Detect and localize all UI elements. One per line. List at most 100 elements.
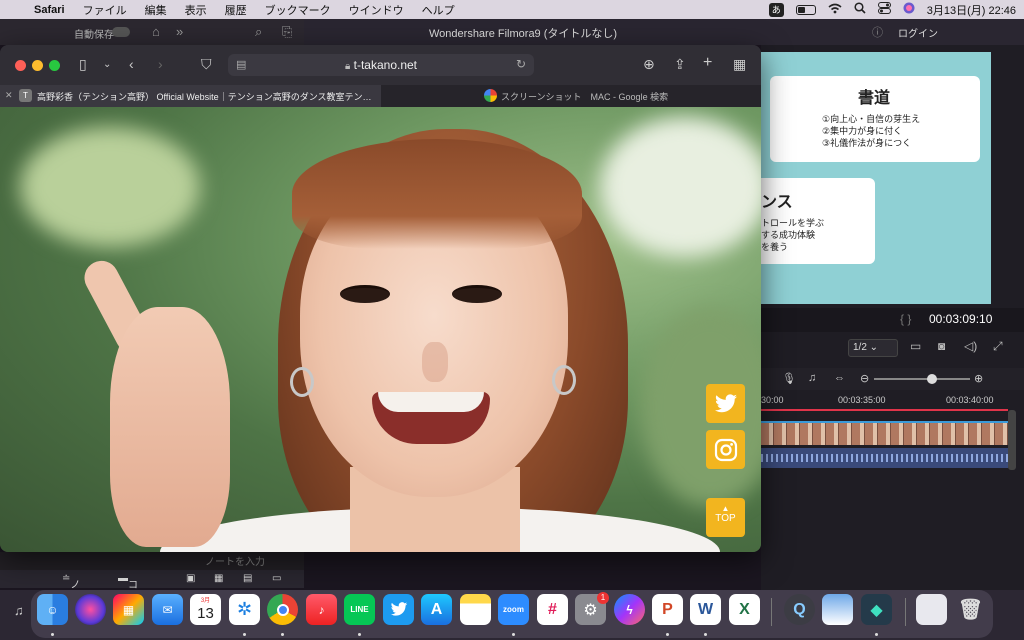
- forward-icon[interactable]: »: [176, 24, 183, 39]
- card1-title: 書道: [858, 90, 891, 107]
- tab-inactive[interactable]: スクリーンショット MAC - Google 検索: [381, 85, 761, 107]
- menu-bookmarks[interactable]: ブックマーク: [265, 2, 331, 18]
- preview-document-icon[interactable]: [916, 594, 947, 625]
- search-icon[interactable]: ⌕: [255, 24, 262, 40]
- audio-mixer-icon[interactable]: ♫: [808, 372, 816, 384]
- launchpad-icon[interactable]: ▦: [113, 594, 144, 625]
- calendar-icon[interactable]: 3月 13: [190, 594, 221, 625]
- zoom-icon[interactable]: zoom: [498, 594, 529, 625]
- menu-help[interactable]: ヘルプ: [422, 2, 455, 18]
- menu-app-name[interactable]: Safari: [34, 4, 65, 16]
- menu-file[interactable]: ファイル: [83, 2, 127, 18]
- running-indicator: [51, 633, 54, 636]
- display-icon[interactable]: ▭: [910, 339, 921, 353]
- timeline-zoom-knob[interactable]: [927, 374, 937, 384]
- tab-group-chevron-icon[interactable]: ⌄: [103, 59, 111, 70]
- zoom-out-icon[interactable]: ⊖: [860, 372, 869, 385]
- view-reading-icon[interactable]: ▤: [243, 573, 252, 584]
- back-button-icon[interactable]: ‹: [129, 56, 134, 72]
- downloads-icon[interactable]: ⊕: [643, 56, 655, 73]
- video-clip-track[interactable]: [761, 421, 1008, 445]
- line-icon[interactable]: LINE: [344, 594, 375, 625]
- zoom-in-icon[interactable]: ⊕: [974, 372, 983, 385]
- ruler-label: 00:03:40:00: [946, 395, 994, 405]
- menu-edit[interactable]: 編集: [145, 2, 167, 18]
- battery-icon[interactable]: [795, 4, 816, 15]
- notes-app-tabbar: ≐ ノート ▬ コメント ▣ ▦ ▤ ▭: [0, 570, 304, 636]
- new-tab-icon[interactable]: +: [703, 54, 712, 72]
- notes-icon[interactable]: [460, 594, 491, 625]
- ruler-label: 30:00: [761, 395, 784, 405]
- powerpoint-icon[interactable]: P: [652, 594, 683, 625]
- view-grid-icon[interactable]: ▦: [214, 573, 223, 584]
- filmora-header-icons[interactable]: ⓘ: [872, 24, 883, 40]
- wifi-icon[interactable]: [828, 3, 842, 17]
- menu-history[interactable]: 履歴: [225, 2, 247, 18]
- excel-icon[interactable]: X: [729, 594, 760, 625]
- siri-icon[interactable]: [903, 2, 915, 17]
- tab-notes[interactable]: ≐ ノート: [62, 573, 80, 621]
- instagram-button[interactable]: [706, 430, 745, 469]
- twitter-icon[interactable]: [383, 594, 414, 625]
- address-bar[interactable]: ▤ 🔒︎ t-takano.net ↻: [228, 54, 534, 76]
- timeline-ruler[interactable]: 30:00 00:03:35:00 00:03:40:00: [761, 392, 1024, 408]
- running-indicator: [512, 633, 515, 636]
- back-to-top-button[interactable]: ▲ TOP: [706, 498, 745, 537]
- siri-icon[interactable]: [75, 594, 106, 625]
- timeline-zoom-slider[interactable]: [874, 378, 970, 380]
- snapshot-camera-icon[interactable]: ◙: [938, 339, 945, 353]
- filmora-login-button[interactable]: ログイン: [898, 25, 938, 40]
- background-bokeh: [600, 117, 761, 257]
- mark-in-out-icon[interactable]: { }: [900, 312, 911, 326]
- spotlight-search-icon[interactable]: [854, 2, 866, 17]
- word-icon[interactable]: W: [690, 594, 721, 625]
- finder-icon[interactable]: ☺: [37, 594, 68, 625]
- notes-input-placeholder[interactable]: ノートを入力: [205, 553, 265, 568]
- control-center-icon[interactable]: [877, 2, 891, 17]
- menubar-clock[interactable]: 3月13日(月) 22:46: [927, 2, 1016, 18]
- music-icon[interactable]: ♪: [306, 594, 337, 625]
- menu-window[interactable]: ウインドウ: [349, 2, 404, 18]
- timeline-in-out-range: [761, 409, 1008, 411]
- running-indicator: [704, 633, 707, 636]
- twitter-icon: [714, 393, 737, 412]
- zoom-window-button[interactable]: [49, 60, 60, 71]
- sidebar-toggle-icon[interactable]: ▯: [79, 56, 87, 73]
- quicktime-icon[interactable]: Q: [784, 594, 815, 625]
- minimize-window-button[interactable]: [32, 60, 43, 71]
- view-normal-icon[interactable]: ▣: [186, 573, 195, 584]
- tab-overview-icon[interactable]: ▦: [733, 56, 746, 73]
- share-icon[interactable]: ⇪: [674, 56, 686, 73]
- fit-timeline-icon[interactable]: ⇔: [834, 372, 845, 384]
- reload-icon[interactable]: ↻: [516, 57, 526, 71]
- preview-quality-select[interactable]: 1/2 ⌄: [848, 339, 898, 357]
- tab-comments[interactable]: ▬ コメント: [118, 573, 138, 636]
- fullscreen-icon[interactable]: ⤢: [993, 339, 1003, 354]
- slack-icon[interactable]: #: [537, 594, 568, 625]
- autosave-toggle[interactable]: [112, 27, 130, 37]
- app-store-icon[interactable]: A: [421, 594, 452, 625]
- tab-active[interactable]: ✕ T 高野彩香（テンション高野） Official Website｜テンション…: [0, 85, 381, 107]
- close-tab-icon[interactable]: ✕: [5, 90, 13, 101]
- chrome-icon[interactable]: [267, 594, 298, 625]
- trash-icon[interactable]: 🗑︎: [955, 594, 986, 625]
- calendar-month: 3月: [200, 597, 211, 604]
- home-icon[interactable]: ⌂: [152, 24, 160, 39]
- audio-clip-track[interactable]: [761, 448, 1008, 468]
- safari-icon[interactable]: ✲: [229, 594, 260, 625]
- input-method-indicator[interactable]: あ: [768, 2, 784, 17]
- twitter-button[interactable]: [706, 384, 745, 423]
- menu-view[interactable]: 表示: [185, 2, 207, 18]
- view-slideshow-icon[interactable]: ▭: [272, 573, 281, 584]
- messenger-icon[interactable]: ϟ: [614, 594, 645, 625]
- volume-icon[interactable]: ◁): [964, 339, 977, 353]
- microphone-icon[interactable]: 🎙: [782, 372, 796, 385]
- address-bar-url[interactable]: t-takano.net: [354, 58, 417, 72]
- privacy-shield-icon[interactable]: ⛉: [201, 56, 212, 73]
- close-window-button[interactable]: [15, 60, 26, 71]
- filmora-icon[interactable]: ◆: [861, 594, 892, 625]
- preview-icon[interactable]: [822, 594, 853, 625]
- mail-icon[interactable]: ✉: [152, 594, 183, 625]
- timeline-scrollbar[interactable]: [1008, 410, 1016, 470]
- share-icon[interactable]: ⎘: [282, 24, 292, 40]
